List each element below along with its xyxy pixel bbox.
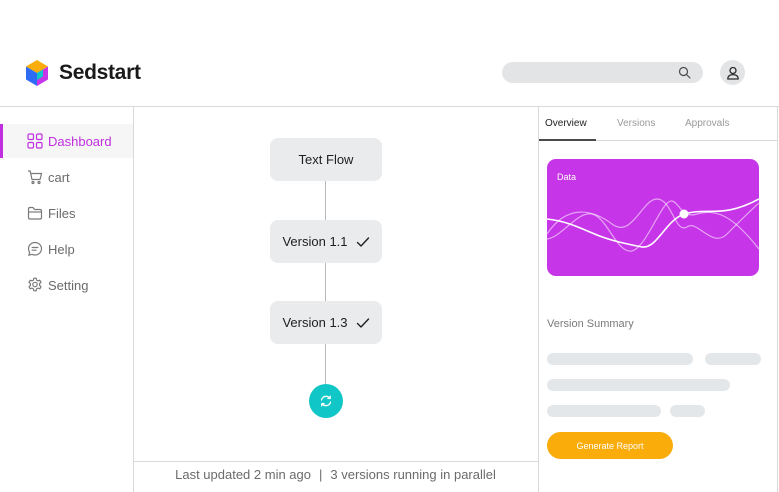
sidebar-item-label: Setting: [48, 277, 89, 293]
check-icon: [356, 317, 369, 328]
brand-logo[interactable]: Sedstart: [25, 60, 141, 86]
footer-separator: |: [319, 467, 323, 482]
tab-versions[interactable]: Versions: [617, 118, 655, 129]
sidebar-item-files[interactable]: Files: [0, 196, 133, 230]
flow-node-label: Text Flow: [298, 152, 354, 167]
sidebar-divider: [133, 106, 134, 492]
search-input[interactable]: [502, 62, 672, 83]
data-wave-graphic: [547, 198, 759, 252]
gear-icon: [27, 277, 43, 293]
flow-node-version-1-1[interactable]: Version 1.1: [270, 220, 382, 263]
panel-divider: [538, 106, 539, 492]
brand-name: Sedstart: [59, 61, 141, 84]
flow-connector: [325, 181, 326, 220]
panel-edge: [777, 106, 778, 492]
dashboard-grid-icon: [27, 133, 43, 149]
header-divider: [0, 106, 779, 107]
chat-bubble-icon: [27, 241, 43, 257]
cart-icon: [27, 169, 43, 185]
sidebar-item-label: Dashboard: [48, 133, 112, 149]
flow-node-text-flow[interactable]: Text Flow: [270, 138, 382, 181]
search-bar[interactable]: [502, 62, 703, 83]
flow-connector: [325, 262, 326, 302]
flow-node-label: Version 1.1: [282, 234, 348, 249]
footer-divider: [133, 461, 538, 462]
sidebar-item-dashboard[interactable]: Dashboard: [0, 124, 133, 158]
skeleton-line: [547, 379, 730, 391]
active-tab-indicator: [539, 139, 596, 141]
sidebar-item-label: cart: [48, 169, 70, 185]
sidebar-item-label: Help: [48, 241, 75, 257]
data-card[interactable]: Data: [547, 159, 759, 276]
flow-node-label: Version 1.3: [282, 315, 348, 330]
user-icon: [726, 66, 739, 80]
sync-icon: [320, 395, 332, 407]
sidebar-item-help[interactable]: Help: [0, 232, 133, 266]
sedstart-logo-icon: [26, 60, 48, 86]
sidebar-item-label: Files: [48, 205, 76, 221]
data-point-marker[interactable]: [679, 209, 689, 219]
last-updated-text: Last updated 2 min ago: [175, 467, 311, 482]
search-icon[interactable]: [678, 66, 691, 79]
version-summary-title: Version Summary: [547, 318, 634, 330]
flow-node-version-1-3[interactable]: Version 1.3: [270, 301, 382, 344]
sidebar-item-cart[interactable]: cart: [0, 160, 133, 194]
skeleton-line: [670, 405, 705, 417]
status-footer: Last updated 2 min ago | 3 versions runnin…: [133, 467, 538, 482]
folder-icon: [27, 205, 43, 221]
tab-overview[interactable]: Overview: [545, 118, 587, 129]
sidebar-item-setting[interactable]: Setting: [0, 268, 133, 302]
tab-approvals[interactable]: Approvals: [685, 118, 729, 129]
skeleton-line: [547, 405, 661, 417]
skeleton-line: [547, 353, 693, 365]
running-versions-text: 3 versions running in parallel: [330, 467, 496, 482]
skeleton-line: [705, 353, 761, 365]
sync-button[interactable]: [309, 384, 343, 418]
user-avatar[interactable]: [720, 60, 745, 85]
flow-connector: [325, 343, 326, 384]
generate-report-button[interactable]: Generate Report: [547, 432, 673, 459]
check-icon: [356, 236, 369, 247]
